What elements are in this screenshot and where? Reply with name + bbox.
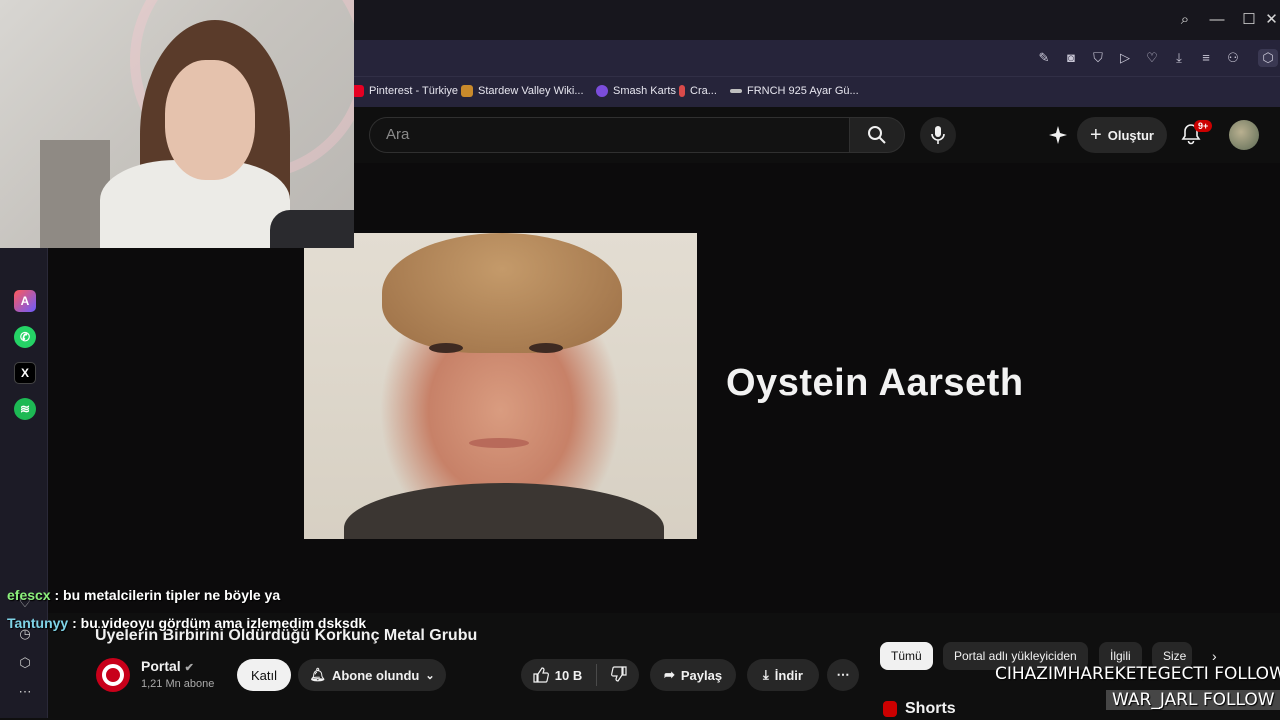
bookmark-pinterest[interactable]: Pinterest - Türkiye: [352, 85, 458, 97]
bookmark-smash-karts[interactable]: Smash Karts: [596, 85, 676, 97]
download-arrow-icon: ⤓: [763, 667, 769, 682]
thumbs-up-icon: [533, 667, 549, 683]
x-twitter-icon[interactable]: X: [14, 362, 36, 384]
browser-sidebar: A ✆ X ≋ ♡ ◷ ⬡ ⋯: [0, 248, 48, 718]
subscribed-label: Abone olundu: [331, 667, 420, 683]
menu-icon[interactable]: ≡: [1197, 49, 1215, 67]
chevron-right-icon[interactable]: ›: [1212, 648, 1217, 664]
bookmark-label: Cra...: [690, 85, 717, 97]
bookmark-frnch[interactable]: FRNCH 925 Ayar Gü...: [730, 85, 859, 97]
cube-icon[interactable]: ⬡: [1258, 49, 1278, 67]
bookmark-label: Smash Karts: [613, 85, 676, 97]
search-icon: [868, 126, 886, 144]
create-label: Oluştur: [1107, 127, 1154, 143]
aria-icon[interactable]: A: [14, 290, 36, 312]
photo-eye-left: [429, 343, 463, 353]
like-button[interactable]: 10 B: [533, 667, 582, 683]
share-label: Paylaş: [680, 667, 723, 683]
play-icon[interactable]: ▷: [1116, 49, 1134, 67]
heart-icon[interactable]: ♡: [1143, 49, 1161, 67]
more-dots-icon[interactable]: ⋯: [17, 684, 33, 700]
bookmark-cra[interactable]: Cra...: [679, 85, 717, 97]
minimize-icon[interactable]: —: [1207, 10, 1227, 30]
spotify-icon[interactable]: ≋: [14, 398, 36, 420]
channel-name-label: Portal: [141, 658, 181, 674]
account-avatar[interactable]: [1229, 120, 1259, 150]
photo-hair: [382, 233, 622, 353]
user-icon[interactable]: ⚇: [1224, 49, 1242, 67]
dislike-button[interactable]: [611, 665, 627, 685]
shorts-icon: [883, 701, 897, 717]
shorts-section-title: Shorts: [883, 700, 956, 718]
chat-username: Tantunyy: [7, 615, 69, 631]
like-dislike-group: 10 B: [521, 659, 639, 691]
verified-icon: ✔: [184, 662, 194, 674]
shorts-label: Shorts: [905, 700, 956, 717]
chat-text: bu videoyu gördüm ama izlemedim dsksdk: [80, 615, 367, 631]
maximize-icon[interactable]: ☐: [1239, 10, 1259, 30]
photo-shirt: [344, 483, 664, 539]
more-actions-button[interactable]: ⋯: [827, 659, 859, 691]
voice-search-button[interactable]: [920, 117, 956, 153]
smash-karts-icon: [596, 85, 608, 97]
bookmark-stardew[interactable]: Stardew Valley Wiki...: [461, 85, 584, 97]
bookmark-label: Pinterest - Türkiye: [369, 85, 459, 97]
share-button[interactable]: ➦ Paylaş: [650, 659, 736, 691]
sparkle-shape: [1049, 126, 1067, 144]
edit-icon[interactable]: ✎: [1035, 49, 1053, 67]
gemini-sparkle-icon[interactable]: [1046, 123, 1070, 147]
subscribed-button[interactable]: 🔔︎ Abone olundu ⌄: [298, 659, 446, 691]
channel-name[interactable]: Portal ✔: [141, 658, 194, 674]
video-frame-photo: [304, 233, 697, 539]
download-button[interactable]: ⤓ İndir: [747, 659, 819, 691]
follow-alert: CIHAZIMHAREKETEGECTI FOLLOW: [995, 664, 1280, 684]
cra-icon: [679, 85, 685, 97]
plus-icon: +: [1090, 123, 1102, 146]
webcam-chair: [270, 210, 354, 248]
shield-icon[interactable]: ⛉: [1089, 49, 1107, 67]
mic-icon: [931, 126, 945, 144]
whatsapp-icon[interactable]: ✆: [14, 326, 36, 348]
stardew-icon: [461, 85, 473, 97]
like-divider: [596, 664, 598, 686]
photo-mouth: [469, 438, 529, 448]
join-button[interactable]: Katıl: [237, 659, 291, 691]
search-button[interactable]: [849, 117, 905, 153]
channel-avatar[interactable]: [96, 658, 130, 692]
video-overlay-text: Oystein Aarseth: [726, 362, 1024, 404]
chat-username: efescx: [7, 587, 51, 603]
close-icon[interactable]: ✕: [1263, 10, 1280, 30]
chat-message: efescx : bu metalcilerin tipler ne böyle…: [7, 587, 281, 603]
photo-eye-right: [529, 343, 563, 353]
bookmark-label: Stardew Valley Wiki...: [478, 85, 584, 97]
browser-search-icon[interactable]: ⌕: [1175, 10, 1195, 30]
chat-text: bu metalcilerin tipler ne böyle ya: [63, 587, 281, 603]
frnch-icon: [730, 89, 742, 93]
package-icon[interactable]: ⬡: [17, 655, 33, 671]
follow-alert: WAR_JARL FOLLOW: [1106, 690, 1280, 710]
chat-message: Tantunyy : bu videoyu gördüm ama izlemed…: [7, 615, 367, 631]
create-button[interactable]: + Oluştur: [1077, 117, 1167, 153]
camera-icon[interactable]: ◙: [1062, 49, 1080, 67]
more-horizontal-icon: ⋯: [836, 667, 850, 682]
bell-ring-icon: 🔔︎: [309, 667, 326, 682]
chevron-down-icon: ⌄: [425, 669, 435, 682]
subscriber-count: 1,21 Mn abone: [141, 678, 215, 690]
webcam-person-face: [165, 60, 255, 180]
download-icon[interactable]: ⤓: [1170, 49, 1188, 67]
webcam-overlay: [0, 0, 354, 248]
chip-all[interactable]: Tümü: [880, 642, 933, 670]
download-label: İndir: [774, 667, 803, 683]
search-input[interactable]: Ara: [369, 117, 849, 153]
like-count: 10 B: [554, 667, 583, 683]
notification-badge: 9+: [1194, 120, 1213, 132]
thumbs-down-icon: [611, 665, 627, 682]
portal-logo-icon: [102, 664, 124, 686]
share-arrow-icon: ➦: [663, 667, 675, 682]
bookmark-label: FRNCH 925 Ayar Gü...: [747, 85, 859, 97]
